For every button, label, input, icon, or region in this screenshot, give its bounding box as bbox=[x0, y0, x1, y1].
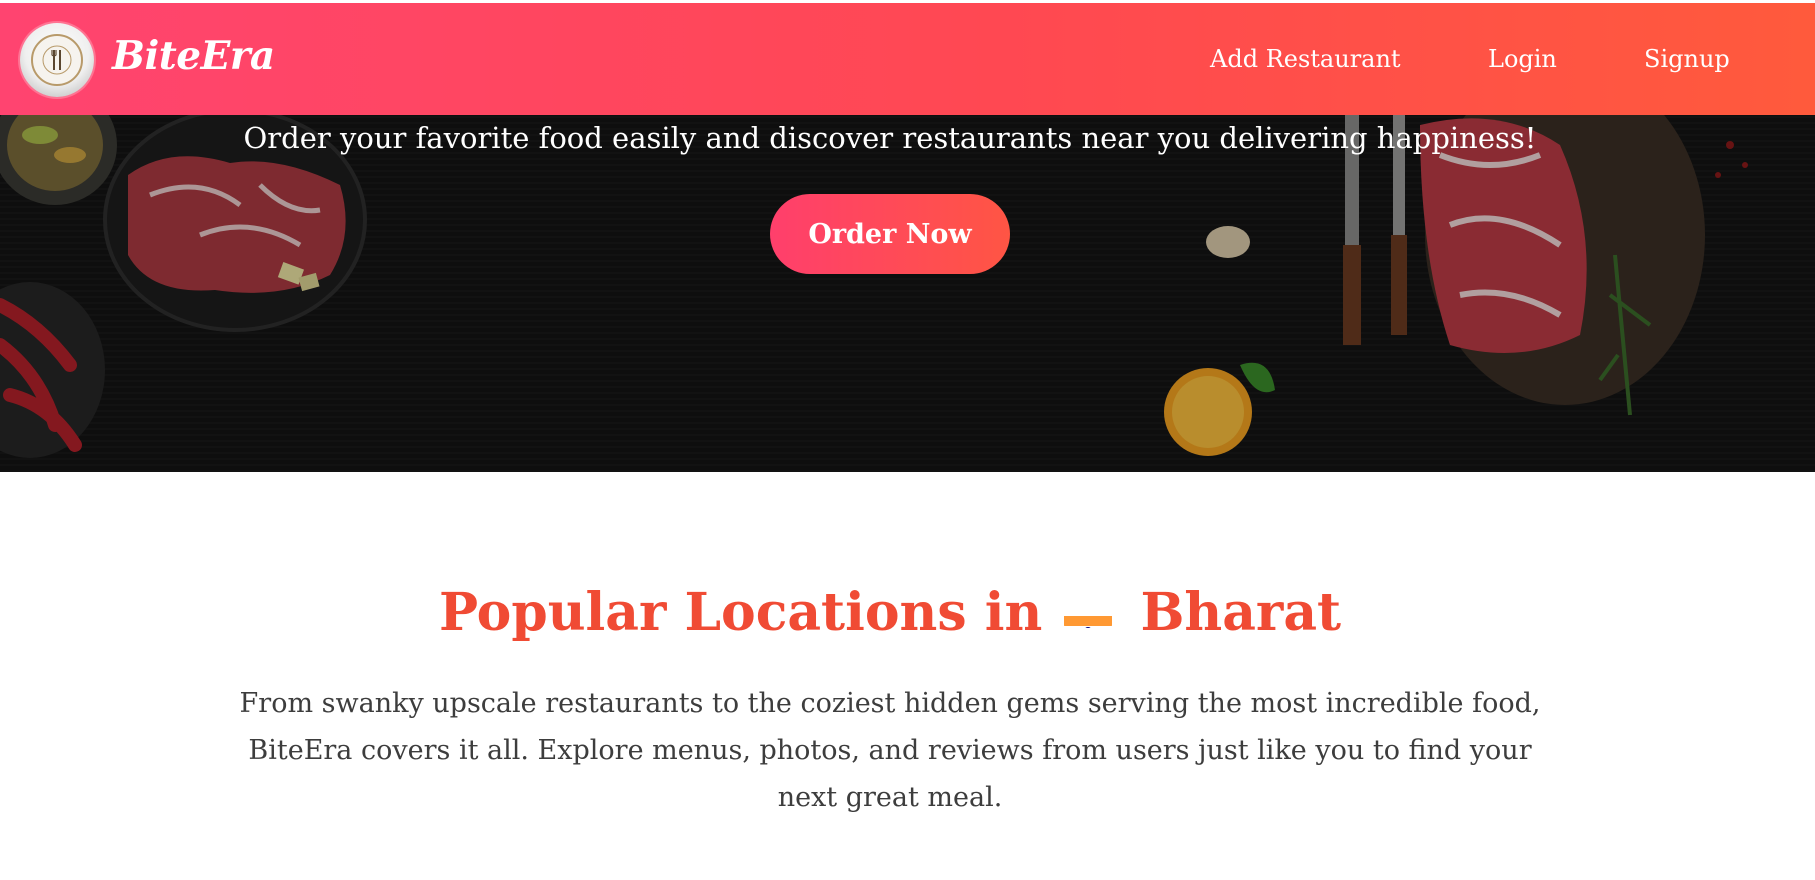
nav-add-restaurant-link[interactable]: Add Restaurant bbox=[1210, 45, 1401, 73]
logo-badge bbox=[31, 34, 83, 86]
section-title-suffix: Bharat bbox=[1140, 582, 1342, 643]
order-now-button[interactable]: Order Now bbox=[770, 194, 1010, 274]
hero-background-image bbox=[0, 115, 1815, 472]
hero-banner: Order your favorite food easily and disc… bbox=[0, 115, 1815, 472]
nav-signup-link[interactable]: Signup bbox=[1644, 45, 1730, 73]
section-description: From swanky upscale restaurants to the c… bbox=[239, 688, 1541, 813]
hero-tagline: Order your favorite food easily and disc… bbox=[243, 121, 1537, 155]
fork-knife-icon bbox=[42, 45, 72, 75]
section-title: Popular Locations in Bharat bbox=[0, 582, 1780, 643]
navbar: BiteEra Add Restaurant Login Signup bbox=[0, 3, 1815, 115]
brand-name[interactable]: BiteEra bbox=[112, 33, 275, 79]
nav-login-link[interactable]: Login bbox=[1488, 45, 1557, 73]
india-flag-icon bbox=[1064, 598, 1113, 628]
logo-icon[interactable] bbox=[20, 23, 94, 97]
section-title-prefix: Popular Locations in bbox=[438, 582, 1043, 643]
